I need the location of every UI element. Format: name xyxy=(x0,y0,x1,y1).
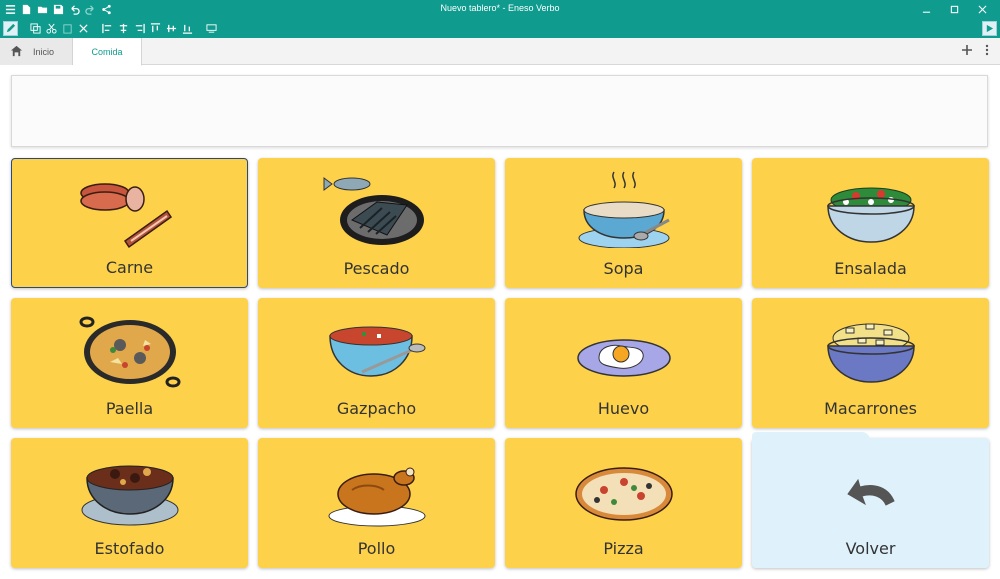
cell-label: Huevo xyxy=(597,399,650,418)
cell-gazpacho[interactable]: Gazpacho xyxy=(258,298,495,428)
align-left-icon[interactable] xyxy=(100,22,114,36)
cut-icon[interactable] xyxy=(44,22,58,36)
tab-comida[interactable]: Comida xyxy=(73,38,142,66)
edit-mode-icon[interactable] xyxy=(3,21,18,36)
chicken-icon xyxy=(328,467,425,527)
home-icon xyxy=(10,44,23,59)
cell-carne[interactable]: Carne xyxy=(11,158,248,288)
cell-label: Macarrones xyxy=(824,399,917,418)
delete-icon[interactable] xyxy=(76,22,90,36)
cell-label: Pollo xyxy=(357,539,396,558)
align-center-icon[interactable] xyxy=(116,22,130,36)
cell-paella[interactable]: Paella xyxy=(11,298,248,428)
pictogram-grid: Carne Pescado Sopa Ensalada Paella Gazpa… xyxy=(11,158,989,568)
cell-pescado[interactable]: Pescado xyxy=(258,158,495,288)
salad-icon xyxy=(826,187,915,243)
toolbar xyxy=(0,19,1000,38)
cell-label: Carne xyxy=(105,258,154,277)
title-bar: Nuevo tablero* - Eneso Verbo xyxy=(0,0,1000,19)
align-bottom-icon[interactable] xyxy=(180,22,194,36)
maximize-icon[interactable] xyxy=(940,1,968,17)
paste-icon[interactable] xyxy=(60,22,74,36)
cell-macarrones[interactable]: Macarrones xyxy=(752,298,989,428)
window-title: Nuevo tablero* - Eneso Verbo xyxy=(440,3,560,13)
cell-label: Estofado xyxy=(94,539,165,558)
play-icon[interactable] xyxy=(982,21,997,36)
add-tab-icon[interactable] xyxy=(960,43,974,57)
folder-tab xyxy=(752,432,870,442)
gazpacho-icon xyxy=(328,326,425,377)
cell-label: Ensalada xyxy=(834,259,907,278)
soup-icon xyxy=(578,171,670,248)
more-options-icon[interactable] xyxy=(980,43,994,57)
align-middle-icon[interactable] xyxy=(164,22,178,36)
copy-icon[interactable] xyxy=(28,22,42,36)
cell-pizza[interactable]: Pizza xyxy=(505,438,742,568)
pizza-icon xyxy=(574,467,673,521)
tab-bar: Inicio Comida xyxy=(0,38,1000,66)
cell-pollo[interactable]: Pollo xyxy=(258,438,495,568)
align-right-icon[interactable] xyxy=(132,22,146,36)
tab-home[interactable]: Inicio xyxy=(0,38,73,65)
macaroni-icon xyxy=(826,323,915,383)
cell-ensalada[interactable]: Ensalada xyxy=(752,158,989,288)
minimize-icon[interactable] xyxy=(912,1,940,17)
cell-label: Volver xyxy=(845,539,896,558)
tab-home-label: Inicio xyxy=(33,46,55,57)
cell-label: Pescado xyxy=(343,259,410,278)
cell-volver[interactable]: Volver xyxy=(752,432,989,568)
back-arrow-icon xyxy=(846,478,895,506)
message-bar[interactable] xyxy=(11,75,988,147)
cell-sopa[interactable]: Sopa xyxy=(505,158,742,288)
meat-icon xyxy=(79,183,172,249)
align-top-icon[interactable] xyxy=(148,22,162,36)
close-icon[interactable] xyxy=(968,1,996,17)
fish-icon xyxy=(323,177,424,245)
layout-icon[interactable] xyxy=(204,22,218,36)
cell-label: Gazpacho xyxy=(336,399,417,418)
cell-label: Paella xyxy=(105,399,154,418)
cell-estofado[interactable]: Estofado xyxy=(11,438,248,568)
stew-icon xyxy=(81,465,178,526)
cell-label: Pizza xyxy=(603,539,644,558)
paella-icon xyxy=(79,316,180,388)
cell-label: Sopa xyxy=(603,259,644,278)
cell-huevo[interactable]: Huevo xyxy=(505,298,742,428)
tab-comida-label: Comida xyxy=(91,46,123,57)
egg-icon xyxy=(576,339,671,377)
